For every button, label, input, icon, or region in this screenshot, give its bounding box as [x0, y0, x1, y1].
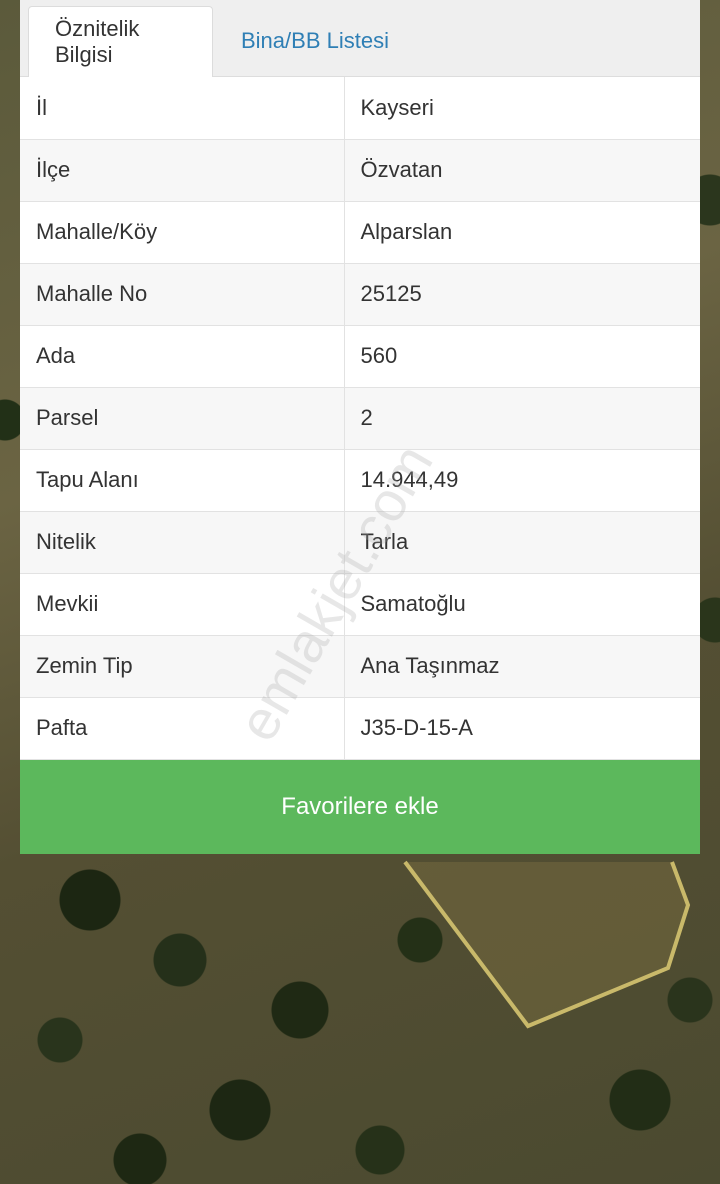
attr-key: İlçe [20, 139, 345, 202]
attr-value: Alparslan [344, 201, 700, 264]
table-row: Mahalle/Köy Alparslan [20, 201, 700, 264]
table-row: İl Kayseri [20, 77, 700, 140]
attr-value: Ana Taşınmaz [344, 635, 700, 698]
table-row: Zemin Tip Ana Taşınmaz [20, 635, 700, 698]
attr-value: 14.944,49 [344, 449, 700, 512]
attr-key: Pafta [20, 697, 345, 760]
attr-value: 2 [344, 387, 700, 450]
attr-value: Samatoğlu [344, 573, 700, 636]
tab-building-list[interactable]: Bina/BB Listesi [215, 6, 407, 76]
add-to-favorites-button[interactable]: Favorilere ekle [20, 759, 700, 854]
attr-value: Özvatan [344, 139, 700, 202]
table-row: Tapu Alanı 14.944,49 [20, 449, 700, 512]
attr-key: Ada [20, 325, 345, 388]
attr-value: Tarla [344, 511, 700, 574]
attr-key: Mahalle No [20, 263, 345, 326]
attribute-panel: Öznitelik Bilgisi Bina/BB Listesi İl Kays… [20, 0, 700, 854]
tab-bar: Öznitelik Bilgisi Bina/BB Listesi [20, 0, 700, 77]
attr-value: J35-D-15-A [344, 697, 700, 760]
table-row: Pafta J35-D-15-A [20, 697, 700, 760]
attr-key: Tapu Alanı [20, 449, 345, 512]
attribute-table: İl Kayseri İlçe Özvatan Mahalle/Köy Alparsl… [20, 77, 700, 760]
attr-key: Mahalle/Köy [20, 201, 345, 264]
attr-key: İl [20, 77, 345, 140]
table-row: İlçe Özvatan [20, 139, 700, 202]
table-row: Mevkii Samatoğlu [20, 573, 700, 636]
attr-value: 560 [344, 325, 700, 388]
table-row: Parsel 2 [20, 387, 700, 450]
table-row: Mahalle No 25125 [20, 263, 700, 326]
attr-key: Mevkii [20, 573, 345, 636]
attr-value: Kayseri [344, 77, 700, 140]
attr-value: 25125 [344, 263, 700, 326]
table-row: Ada 560 [20, 325, 700, 388]
attr-key: Zemin Tip [20, 635, 345, 698]
table-row: Nitelik Tarla [20, 511, 700, 574]
attr-key: Nitelik [20, 511, 345, 574]
tab-attribute-info[interactable]: Öznitelik Bilgisi [28, 6, 213, 77]
attr-key: Parsel [20, 387, 345, 450]
